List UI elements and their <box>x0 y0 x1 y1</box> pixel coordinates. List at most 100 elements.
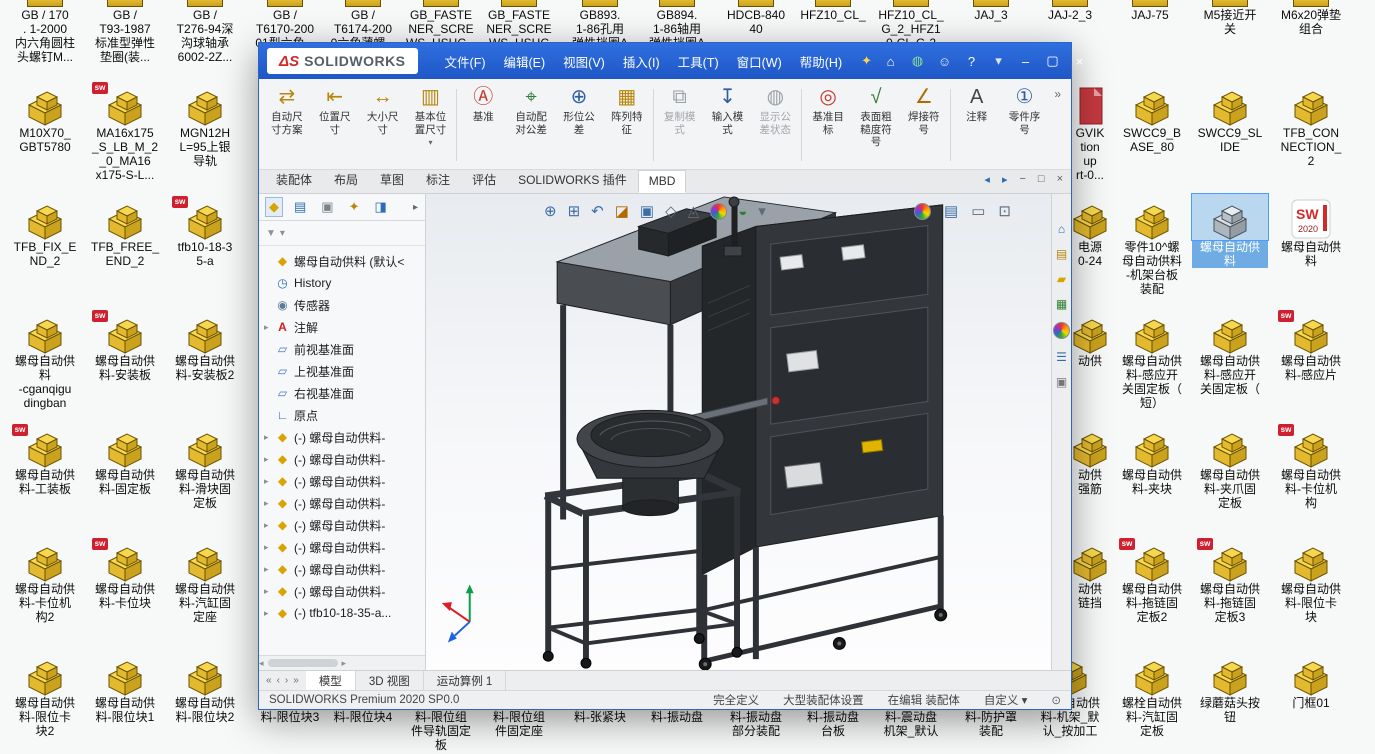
tree-item[interactable]: ▸◆(-) 螺母自动供料- <box>259 426 425 448</box>
tab-cm-3[interactable]: 标注 <box>415 167 461 193</box>
tree-item[interactable]: ◉传感器 <box>259 294 425 316</box>
expand-arrow-icon[interactable]: ▸ <box>264 454 275 465</box>
forum-icon[interactable]: ▣ <box>1056 375 1067 389</box>
desktop-icon[interactable]: 螺母自动供料-限位块2 <box>167 650 243 724</box>
desktop-icon[interactable]: 螺母自动供料-滑块固定板 <box>167 422 243 510</box>
tree-item[interactable]: ▸A注解 <box>259 316 425 338</box>
tab-cm-2[interactable]: 草图 <box>369 167 415 193</box>
desktop-icon[interactable]: 螺栓自动供料-汽缸固定板 <box>1114 650 1190 738</box>
scroll-left-icon[interactable]: ◂ <box>259 658 264 669</box>
tree-item[interactable]: ◷History <box>259 272 425 294</box>
view-palette-icon[interactable]: ▦ <box>1056 297 1067 311</box>
desktop-icon[interactable]: 螺母自动供料-安装板2 <box>167 308 243 382</box>
doc-minimize-button[interactable]: − <box>1019 173 1025 186</box>
doc-nav-arrow-icon[interactable]: ‹ <box>277 675 280 686</box>
desktop-icon[interactable]: M10X70_GBT5780 <box>7 80 83 154</box>
balloon-button[interactable]: ①零件序号 <box>1001 81 1049 169</box>
display-pane-icon[interactable]: ▤ <box>944 202 958 220</box>
featuremanager-tab-icon[interactable]: ◆ <box>266 198 282 216</box>
viewport-canvas[interactable]: ⊕⊞↶◪▣◇◬◒▾ ▤▭⊡ <box>426 194 1051 670</box>
menu-item[interactable]: 编辑(E) <box>495 48 555 75</box>
expand-arrow-icon[interactable]: ▸ <box>264 608 275 619</box>
desktop-icon[interactable]: JAJ-75 <box>1112 0 1188 22</box>
zoom-to-fit-icon[interactable]: ⊕ <box>544 202 557 220</box>
design-library-icon[interactable]: ▤ <box>1056 247 1067 261</box>
zoom-to-area-icon[interactable]: ⊞ <box>568 202 581 220</box>
desktop-icon[interactable]: 螺母自动供料-夹爪固定板 <box>1192 422 1268 510</box>
tree-item[interactable]: ▸◆(-) 螺母自动供料- <box>259 448 425 470</box>
desktop-icon[interactable]: sw螺母自动供料-卡位块 <box>87 536 163 610</box>
display-style-icon[interactable]: ◇ <box>665 202 677 220</box>
file-explorer-icon[interactable]: ▰ <box>1057 272 1066 286</box>
copy-scheme-button[interactable]: ⧉复制模式 <box>656 81 704 169</box>
geometric-tolerance-button[interactable]: ⊕形位公差 <box>555 81 603 169</box>
view-orientation-icon[interactable]: ▣ <box>640 202 654 220</box>
expand-arrow-icon[interactable]: ▸ <box>264 564 275 575</box>
expand-arrow-icon[interactable]: ▸ <box>264 432 275 443</box>
tree-filter-bar[interactable]: ▼ ▾ <box>259 221 425 246</box>
desktop-icon[interactable]: SWCC9_SLIDE <box>1192 80 1268 154</box>
menu-item[interactable]: 文件(F) <box>436 48 495 75</box>
desktop-icon[interactable]: HDCB-84040 <box>718 0 794 36</box>
tab-mbd[interactable]: MBD <box>638 170 687 193</box>
desktop-icon[interactable]: 螺母自动供料-限位卡块 <box>1273 536 1349 624</box>
maximize-button[interactable]: ▢ <box>1040 53 1065 69</box>
doc-tab-3D 视图[interactable]: 3D 视图 <box>356 671 424 690</box>
help-icon[interactable]: ? <box>959 54 984 69</box>
desktop-icon[interactable]: M6x20弹垫组合 <box>1273 0 1349 36</box>
desktop-icon[interactable]: 螺母自动供料 <box>1192 194 1268 268</box>
appearances-scenes-icon[interactable] <box>1053 322 1070 339</box>
help-dropdown-icon[interactable]: ▾ <box>986 53 1011 69</box>
desktop-icon[interactable]: HFZ10_CL_ <box>795 0 871 22</box>
auto-dimension-scheme-button[interactable]: ⇄自动尺寸方案 <box>263 81 311 169</box>
view-settings-icon[interactable]: ▾ <box>758 202 766 220</box>
scrollbar-thumb[interactable] <box>268 659 338 667</box>
doc-nav-arrow-icon[interactable]: « <box>266 675 272 686</box>
apply-scene-icon[interactable]: ◒ <box>738 203 747 220</box>
desktop-icon[interactable]: sw螺母自动供料-感应片 <box>1273 308 1349 382</box>
desktop-icon[interactable]: sw螺母自动供料-工装板 <box>7 422 83 496</box>
desktop-icon[interactable]: JAJ-2_3 <box>1032 0 1108 22</box>
hide-show-items-icon[interactable]: ◬ <box>688 202 700 220</box>
panel-tabs-overflow-icon[interactable]: ▸ <box>413 202 418 213</box>
location-dimension-button[interactable]: ⇤位置尺寸 <box>311 81 359 169</box>
edit-appearance-icon[interactable] <box>710 203 727 220</box>
tree-item[interactable]: ▱右视基准面 <box>259 382 425 404</box>
tab-cm-1[interactable]: 布局 <box>323 167 369 193</box>
menu-item[interactable]: 帮助(H) <box>791 48 851 75</box>
desktop-icon[interactable]: GB / 170. 1-2000内六角圆柱头螺钉M... <box>7 0 83 64</box>
datum-button[interactable]: Ⓐ基准 <box>459 81 507 169</box>
camera-icon[interactable]: ⊡ <box>998 202 1011 220</box>
tree-item[interactable]: ▸◆(-) 螺母自动供料- <box>259 514 425 536</box>
desktop-icon[interactable]: SWCC9_BASE_80 <box>1114 80 1190 154</box>
tab-cm-0[interactable]: 装配体 <box>265 167 323 193</box>
auto-pair-tolerance-button[interactable]: ⌖自动配对公差 <box>507 81 555 169</box>
desktop-icon[interactable]: 螺母自动供料-固定板 <box>87 422 163 496</box>
desktop-icon[interactable]: 绿蘑菇头按钮 <box>1192 650 1268 724</box>
pin-menu-icon[interactable]: ✦ <box>861 53 872 69</box>
tree-horizontal-scrollbar[interactable]: ◂ ▸ <box>259 655 425 670</box>
section-view-icon[interactable]: ◪ <box>615 202 629 220</box>
user-account-icon[interactable]: ☺ <box>932 54 957 69</box>
tree-item[interactable]: ▸◆(-) 螺母自动供料- <box>259 580 425 602</box>
surface-finish-symbol-button[interactable]: √表面粗糙度符号 <box>852 81 900 169</box>
tab-nav-arrow-icon[interactable]: ▸ <box>1002 173 1008 186</box>
menu-item[interactable]: 工具(T) <box>669 48 728 75</box>
desktop-icon[interactable]: GB /T93-1987标准型弹性垫圈(装... <box>87 0 163 64</box>
expand-arrow-icon[interactable]: ▸ <box>264 542 275 553</box>
desktop-icon[interactable]: TFB_FREE_END_2 <box>87 194 163 268</box>
ribbon-overflow-icon[interactable]: » <box>1048 81 1067 169</box>
desktop-icon[interactable]: TFB_CONNECTION_2 <box>1273 80 1349 168</box>
tree-item[interactable]: ▸◆(-) 螺母自动供料- <box>259 536 425 558</box>
expand-arrow-icon[interactable]: ▸ <box>264 498 275 509</box>
tab-cm-4[interactable]: 评估 <box>461 167 507 193</box>
doc-tab-模型[interactable]: 模型 <box>306 671 356 690</box>
propertymanager-tab-icon[interactable]: ▤ <box>291 198 309 216</box>
tree-item[interactable]: ▸◆(-) tfb10-18-35-a... <box>259 602 425 624</box>
desktop-icon[interactable]: sw螺母自动供料-卡位机构 <box>1273 422 1349 510</box>
home-icon[interactable]: ⌂ <box>878 54 903 69</box>
tree-item[interactable]: ▱上视基准面 <box>259 360 425 382</box>
configurationmanager-tab-icon[interactable]: ▣ <box>318 198 336 216</box>
close-button[interactable]: × <box>1067 54 1092 69</box>
pattern-feature-button[interactable]: ▦阵列特征 <box>603 81 651 169</box>
